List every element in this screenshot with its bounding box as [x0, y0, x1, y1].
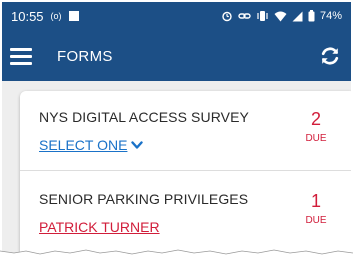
due-indicator: 1 DUE: [304, 191, 328, 226]
due-label: DUE: [305, 133, 327, 144]
battery-percent: 74%: [319, 10, 342, 22]
due-count: 2: [310, 109, 321, 129]
refresh-icon[interactable]: [319, 45, 341, 67]
status-time: 10:55: [11, 8, 44, 24]
forms-card: NYS DIGITAL ACCESS SURVEY SELECT ONE 2 D…: [20, 91, 351, 253]
page-title: FORMS: [57, 47, 113, 65]
menu-icon[interactable]: [10, 47, 32, 65]
status-bar: 10:55 (o) 74%: [2, 2, 351, 30]
vibrate-icon: [256, 10, 269, 22]
battery-icon: [308, 10, 315, 22]
select-one-label: SELECT ONE: [39, 137, 128, 153]
wifi-icon: [274, 11, 287, 22]
signal-icon: [292, 11, 303, 22]
app-screen: 10:55 (o) 74% FORMS NYS DIGITAL ACCESS S…: [2, 2, 351, 253]
due-indicator: 2 DUE: [304, 109, 328, 144]
notification-icon: [68, 11, 79, 21]
form-title: NYS DIGITAL ACCESS SURVEY: [39, 109, 249, 125]
select-one-link[interactable]: SELECT ONE: [39, 137, 144, 153]
toolbar: FORMS: [2, 36, 351, 76]
chevron-down-icon[interactable]: [131, 140, 144, 150]
divider: [20, 170, 351, 171]
app-header: 10:55 (o) 74% FORMS: [2, 2, 351, 81]
form-title: SENIOR PARKING PRIVILEGES: [39, 191, 249, 207]
link-icon: [238, 11, 251, 21]
assignee-link[interactable]: PATRICK TURNER: [39, 219, 160, 235]
form-item[interactable]: NYS DIGITAL ACCESS SURVEY SELECT ONE 2 D…: [20, 91, 351, 169]
form-item[interactable]: SENIOR PARKING PRIVILEGES PATRICK TURNER…: [20, 173, 351, 251]
torn-edge: [0, 249, 353, 257]
due-count: 1: [310, 191, 321, 211]
radio-indicator: (o): [50, 11, 62, 21]
status-right: 74%: [221, 10, 342, 22]
alarm-icon: [221, 10, 233, 22]
status-left: 10:55 (o): [11, 9, 79, 24]
due-label: DUE: [305, 215, 327, 226]
